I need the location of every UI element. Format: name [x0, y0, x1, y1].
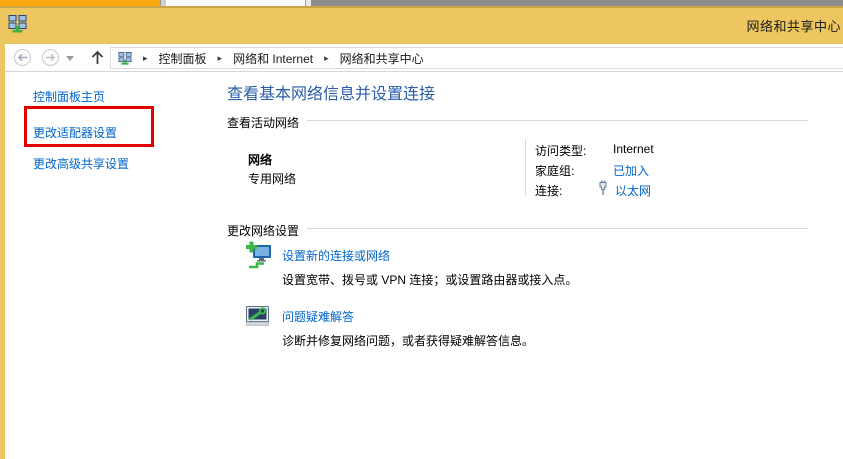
recent-pages-dropdown-icon[interactable] [66, 56, 74, 61]
forward-button[interactable] [42, 49, 59, 66]
up-button[interactable] [91, 50, 104, 65]
navigation-bar: ▸ 控制面板 ▸ 网络和 Internet ▸ 网络和共享中心 [0, 44, 843, 72]
connection-label: 连接: [535, 182, 562, 199]
homegroup-label: 家庭组: [535, 162, 574, 179]
network-profile: 专用网络 [248, 170, 296, 187]
access-type-value: Internet [613, 142, 654, 156]
breadcrumb-arrow-icon[interactable]: ▸ [218, 53, 223, 64]
homegroup-joined-link[interactable]: 已加入 [613, 162, 649, 179]
sidebar-item-change-adapter-settings[interactable]: 更改适配器设置 [33, 124, 117, 141]
ethernet-connection-link[interactable]: 以太网 [615, 182, 651, 199]
new-connection-icon [246, 241, 272, 269]
ethernet-plug-icon [597, 180, 609, 196]
setup-new-connection-description: 设置宽带、拨号或 VPN 连接；或设置路由器或接入点。 [282, 271, 577, 288]
sidebar-item-change-advanced-sharing[interactable]: 更改高级共享设置 [33, 155, 129, 172]
breadcrumb-arrow-icon[interactable]: ▸ [324, 53, 329, 64]
window-left-border [0, 44, 5, 459]
breadcrumb-control-panel[interactable]: 控制面板 [159, 50, 207, 67]
network-sharing-center-icon [8, 15, 27, 33]
page-title: 查看基本网络信息并设置连接 [227, 80, 435, 104]
breadcrumb-arrow-icon[interactable]: ▸ [143, 53, 148, 64]
back-button[interactable] [14, 49, 31, 66]
access-type-label: 访问类型: [535, 142, 586, 159]
titlebar: 网络和共享中心 [0, 8, 843, 44]
section-view-active-networks: 查看活动网络 [227, 114, 299, 131]
network-breadcrumb-icon [118, 52, 132, 65]
window-title: 网络和共享中心 [746, 16, 841, 35]
section-change-network-settings: 更改网络设置 [227, 222, 299, 239]
section-divider [307, 228, 808, 229]
sidebar-item-control-panel-home[interactable]: 控制面板主页 [33, 88, 105, 105]
breadcrumb-network-sharing-center[interactable]: 网络和共享中心 [340, 50, 424, 67]
troubleshoot-icon [246, 306, 269, 327]
network-details-divider [525, 139, 526, 196]
network-sharing-center-window: 网络和共享中心 ▸ 控制面板 ▸ 网络和 Internet ▸ [0, 0, 843, 459]
network-name: 网络 [248, 151, 272, 168]
setup-new-connection-link[interactable]: 设置新的连接或网络 [282, 247, 390, 264]
troubleshoot-problems-link[interactable]: 问题疑难解答 [282, 308, 354, 325]
breadcrumb-network-internet[interactable]: 网络和 Internet [233, 50, 313, 67]
section-divider [307, 120, 808, 121]
address-bar[interactable]: ▸ 控制面板 ▸ 网络和 Internet ▸ 网络和共享中心 [110, 47, 843, 69]
troubleshoot-problems-description: 诊断并修复网络问题，或者获得疑难解答信息。 [282, 332, 534, 349]
